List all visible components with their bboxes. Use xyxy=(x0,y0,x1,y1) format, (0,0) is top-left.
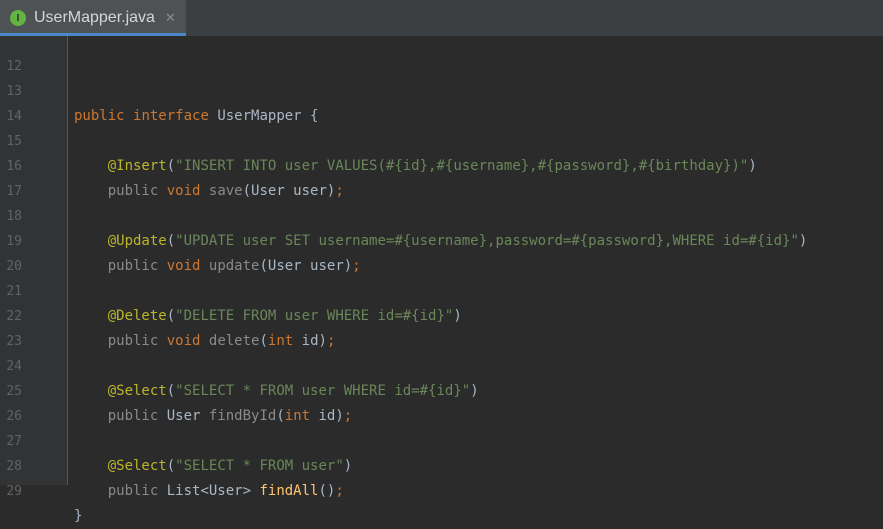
code-line: 26 xyxy=(0,379,883,424)
interface-icon: I xyxy=(10,10,26,26)
code-line: 19 public void update(User user); xyxy=(0,204,883,274)
code-text[interactable]: public List<User> findAll(); xyxy=(74,479,344,504)
code-line: 17 xyxy=(0,154,883,199)
code-line: 21 @Delete("DELETE FROM user WHERE id=#{… xyxy=(0,254,883,324)
line-number: 29 xyxy=(6,484,22,499)
tab-title[interactable]: UserMapper.java xyxy=(34,9,155,27)
code-line: 18 @Update("UPDATE user SET username=#{u… xyxy=(0,179,883,249)
code-line: 12 xyxy=(0,29,883,74)
code-text[interactable]: } xyxy=(74,504,82,529)
code-line: 13 public interface UserMapper { xyxy=(0,54,883,124)
code-line: 24 @Select("SELECT * FROM user WHERE id=… xyxy=(0,329,883,399)
code-line: 23 xyxy=(0,304,883,349)
code-line: 22 public void delete(int id); xyxy=(0,279,883,349)
code-line: 28 public List<User> findAll(); xyxy=(0,429,883,499)
code-line: 27 @Select("SELECT * FROM user") xyxy=(0,404,883,474)
code-line: 16 public void save(User user); xyxy=(0,129,883,199)
code-line: 25 public User findById(int id); xyxy=(0,354,883,424)
code-line: 20 xyxy=(0,229,883,274)
close-icon[interactable]: ✕ xyxy=(165,11,176,26)
code-line: 14 xyxy=(0,79,883,124)
code-line: 29 } xyxy=(0,454,883,524)
code-line: 15 @Insert("INSERT INTO user VALUES(#{id… xyxy=(0,104,883,174)
